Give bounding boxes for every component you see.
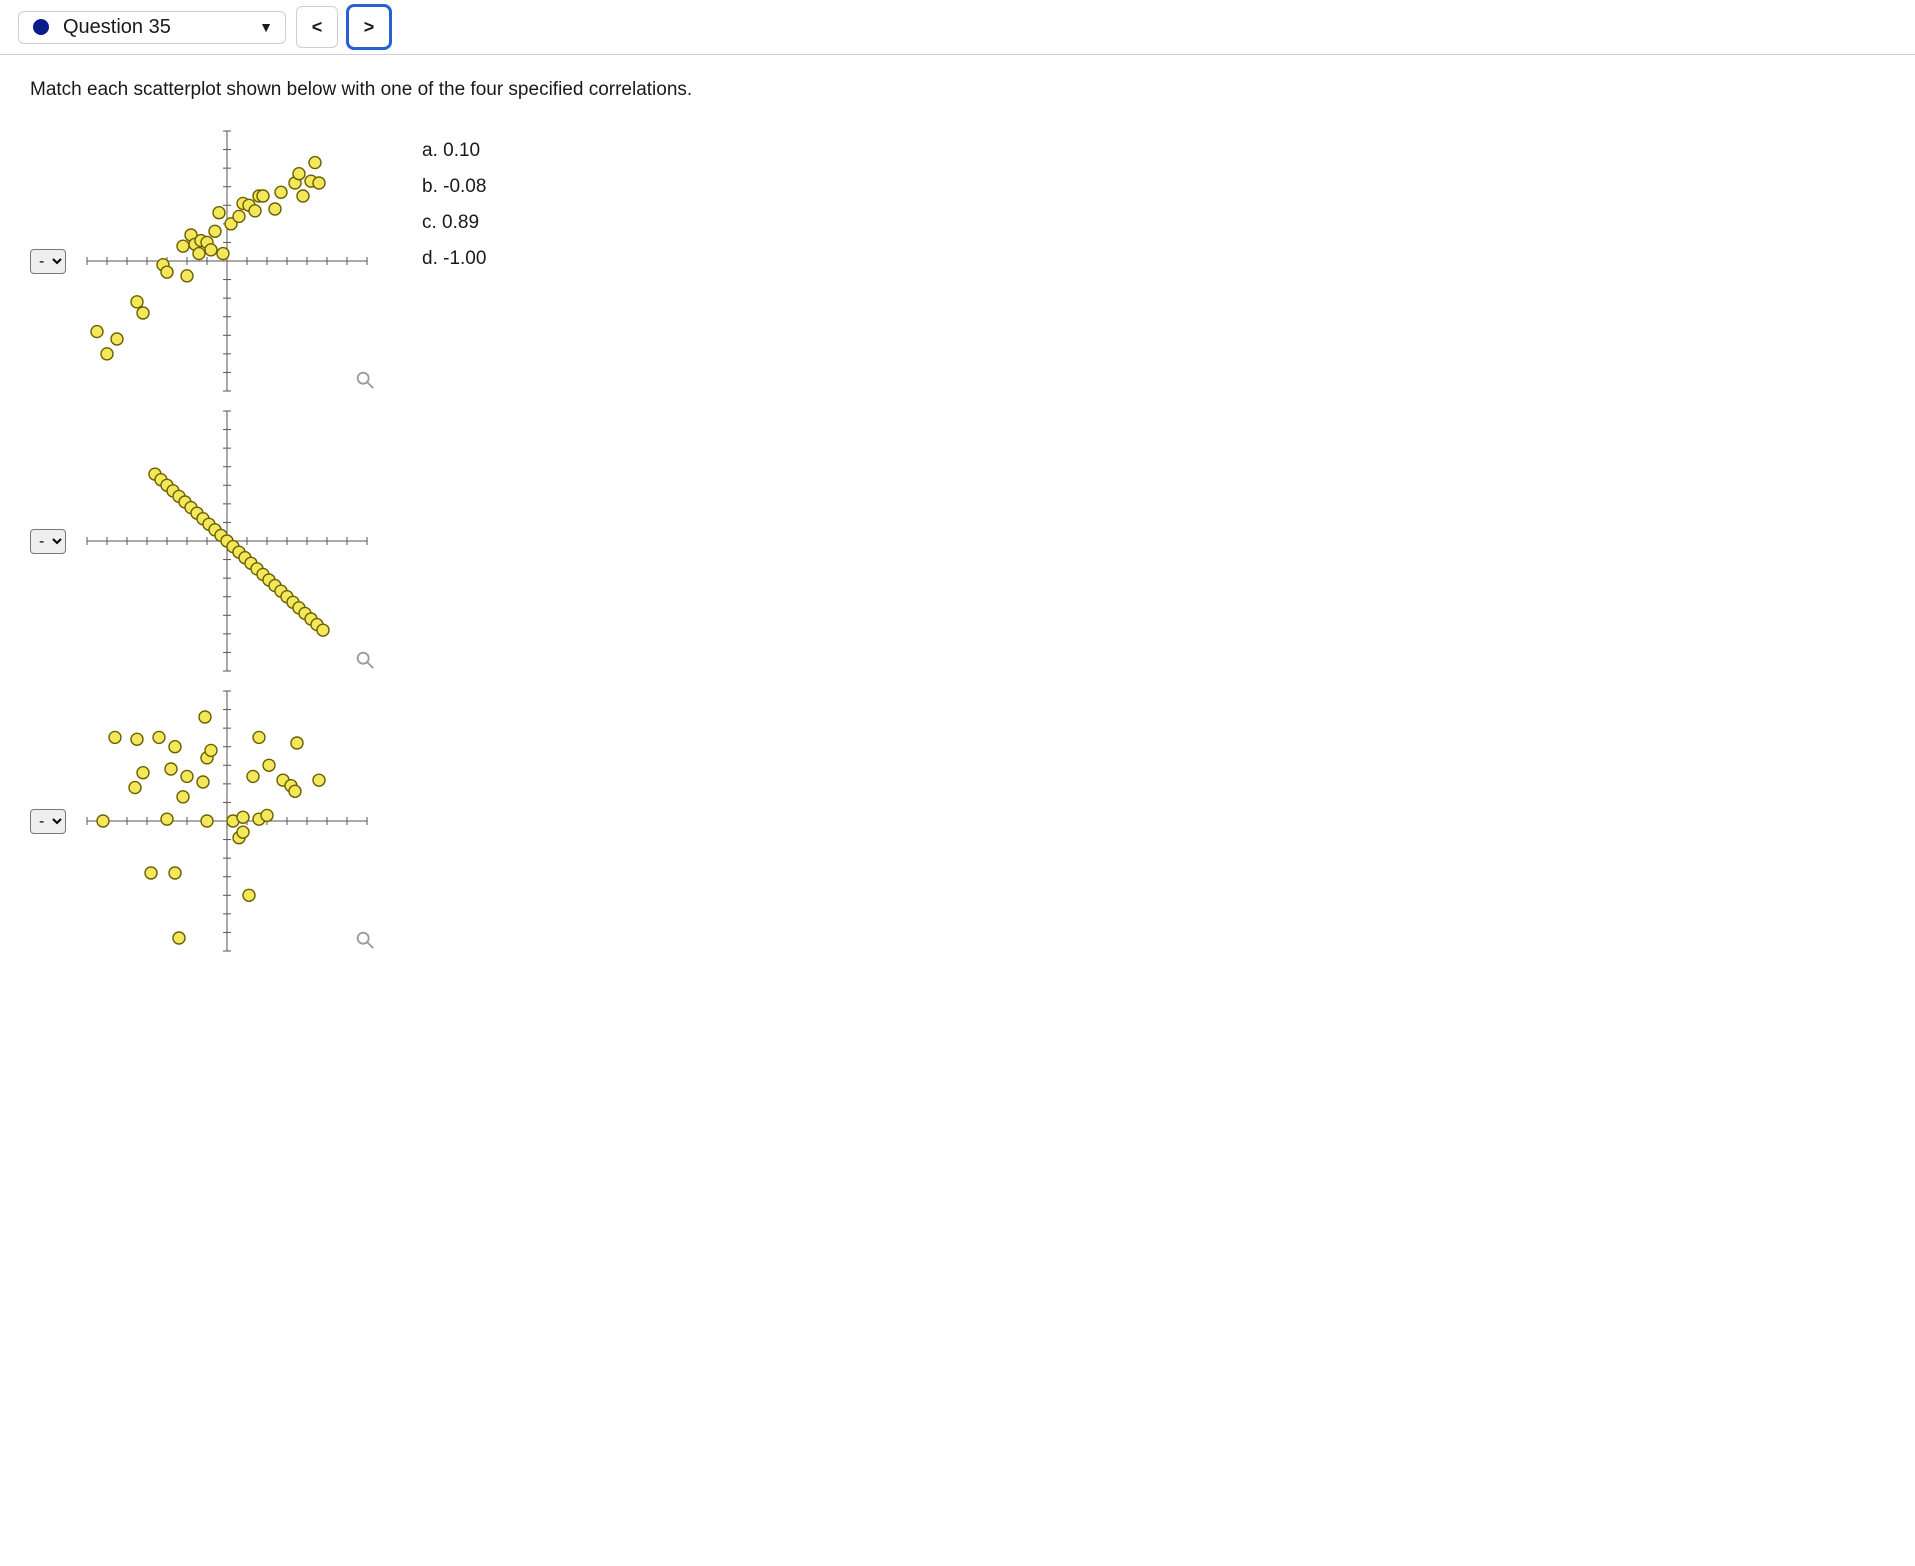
option-c: c. 0.89: [422, 205, 486, 241]
option-b: b. -0.08: [422, 169, 486, 205]
scatter-svg-3: [72, 681, 382, 961]
scatter-row-3: -: [30, 681, 382, 961]
zoom-icon[interactable]: [354, 369, 376, 391]
question-label: Question 35: [63, 16, 171, 39]
scatter-row-2: -: [30, 401, 382, 681]
question-body: -: [30, 121, 1885, 961]
zoom-icon[interactable]: [354, 929, 376, 951]
points-3: [97, 711, 325, 944]
caret-down-icon: ▼: [259, 19, 273, 35]
question-prompt: Match each scatterplot shown below with …: [30, 79, 1885, 101]
content-area: Match each scatterplot shown below with …: [0, 55, 1915, 985]
points-1: [91, 157, 325, 360]
answer-select-3[interactable]: -: [30, 809, 66, 834]
zoom-icon[interactable]: [354, 649, 376, 671]
scatterplot-2: [72, 401, 382, 681]
option-d: d. -1.00: [422, 241, 486, 277]
scatter-row-1: -: [30, 121, 382, 401]
question-dropdown[interactable]: Question 35 ▼: [18, 11, 286, 44]
question-header: Question 35 ▼ < >: [0, 0, 1915, 55]
answer-select-1[interactable]: -: [30, 249, 66, 274]
chevron-right-icon: >: [364, 17, 375, 38]
points-2: [149, 468, 329, 636]
correlation-options: a. 0.10 b. -0.08 c. 0.89 d. -1.00: [422, 121, 486, 277]
scatter-svg-1: [72, 121, 382, 401]
scatterplot-3: [72, 681, 382, 961]
scatter-svg-2: [72, 401, 382, 681]
status-dot-icon: [33, 19, 49, 35]
option-a: a. 0.10: [422, 133, 486, 169]
answer-select-2[interactable]: -: [30, 529, 66, 554]
prev-button[interactable]: <: [296, 6, 338, 48]
chevron-left-icon: <: [312, 17, 323, 38]
scatterplot-1: [72, 121, 382, 401]
plots-column: -: [30, 121, 382, 961]
next-button[interactable]: >: [348, 6, 390, 48]
